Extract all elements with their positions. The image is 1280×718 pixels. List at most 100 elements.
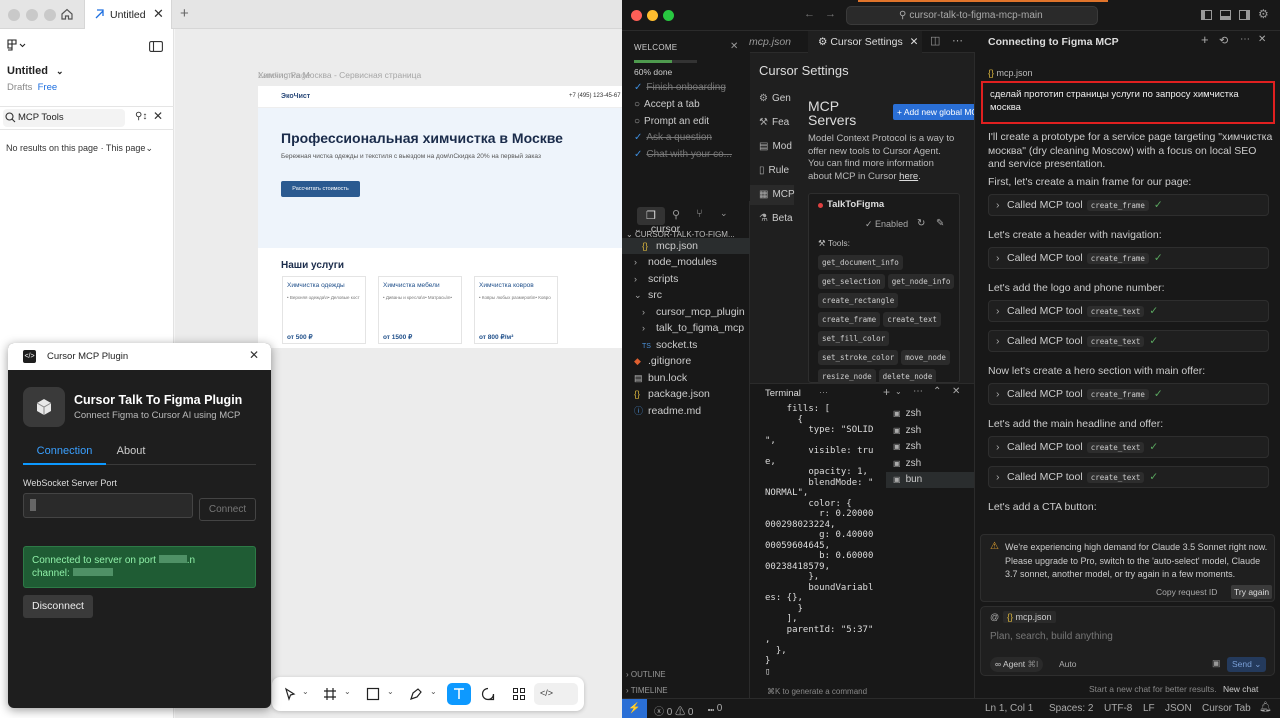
landing-page-frame[interactable]: ЭкоЧист +7 (495) 123-45-67 Профессиональ… bbox=[258, 86, 622, 348]
close-tab-icon[interactable]: ✕ bbox=[910, 36, 919, 48]
terminal-instance[interactable]: ▣ bun bbox=[886, 472, 974, 488]
explorer-item[interactable]: ⓘ readme.md bbox=[622, 403, 750, 420]
filter-icon[interactable]: ⚲↕ bbox=[135, 111, 147, 122]
agent-mode-dropdown[interactable]: ∞ Agent ⌘I bbox=[990, 657, 1044, 672]
close-welcome-icon[interactable]: ✕ bbox=[730, 41, 738, 52]
service-card[interactable]: Химчистка одежды • Верхняя одежда\n• Дело… bbox=[282, 276, 366, 344]
frame-tool-icon[interactable] bbox=[318, 683, 342, 705]
window-zoom-button[interactable] bbox=[44, 9, 56, 21]
toggle-panel-icon[interactable] bbox=[1220, 10, 1231, 20]
scope-dropdown[interactable]: This page bbox=[106, 143, 146, 153]
tab-mcp-json[interactable]: mcp.json bbox=[749, 31, 806, 53]
service-card[interactable]: Химчистка ковров • Ковры любых размеров\n… bbox=[474, 276, 558, 344]
add-mcp-server-button[interactable]: + Add new global MCP bbox=[893, 104, 974, 120]
text-tool-icon[interactable] bbox=[447, 683, 471, 705]
mcp-tool-call[interactable]: › Called MCP tool create_text ✓ bbox=[988, 330, 1269, 352]
cursor-position[interactable]: Ln 1, Col 1 bbox=[985, 703, 1033, 714]
remote-icon[interactable]: ⚡ bbox=[622, 699, 647, 718]
more-views-icon[interactable]: ⌄ bbox=[720, 208, 728, 219]
layer-search-input[interactable]: MCP Tools bbox=[3, 109, 125, 127]
maximize-panel-icon[interactable]: ⌃ bbox=[933, 386, 941, 397]
explorer-item[interactable]: › talk_to_figma_mcp bbox=[622, 320, 750, 337]
close-plugin-icon[interactable]: ✕ bbox=[249, 348, 259, 362]
disconnect-button[interactable]: Disconnect bbox=[23, 595, 93, 618]
forward-arrow-icon[interactable]: → bbox=[825, 8, 836, 20]
panel-toggle-icon[interactable] bbox=[149, 41, 163, 52]
settings-nav-item[interactable]: ⚗ Beta bbox=[750, 209, 794, 229]
cta-button[interactable]: Рассчитать стоимость bbox=[281, 181, 360, 197]
user-message[interactable]: сделай прототип страницы услуги по запро… bbox=[990, 88, 1270, 114]
mcp-tool-call[interactable]: › Called MCP tool create_frame ✓ bbox=[988, 247, 1269, 269]
mcp-tool-call[interactable]: › Called MCP tool create_frame ✓ bbox=[988, 194, 1269, 216]
terminal-instance[interactable]: ▣ zsh bbox=[886, 456, 974, 472]
mcp-tool-call[interactable]: › Called MCP tool create_text ✓ bbox=[988, 466, 1269, 488]
home-icon[interactable] bbox=[60, 7, 74, 21]
window-minimize-button[interactable] bbox=[26, 9, 38, 21]
explorer-item[interactable]: TS socket.ts bbox=[622, 337, 750, 354]
edit-icon[interactable]: ✎ bbox=[936, 218, 944, 229]
toggle-sidebar-icon[interactable] bbox=[1201, 10, 1212, 20]
settings-nav-item[interactable]: ▯ Rule bbox=[750, 161, 794, 181]
source-control-icon[interactable]: ⑂ bbox=[696, 208, 703, 220]
clear-search-icon[interactable]: ✕ bbox=[153, 109, 163, 123]
tab-connection[interactable]: Connection bbox=[23, 445, 106, 465]
settings-nav-item[interactable]: ⚙ Gen bbox=[750, 89, 794, 109]
cursor-close-button[interactable] bbox=[631, 10, 642, 21]
connect-button[interactable]: Connect bbox=[199, 498, 256, 521]
tab-cursor-settings[interactable]: ⚙ Cursor Settings ✕ bbox=[808, 31, 922, 53]
language-mode[interactable]: JSON bbox=[1165, 703, 1192, 714]
terminal-instance[interactable]: ▣ zsh bbox=[886, 423, 974, 439]
terminal-instance[interactable]: ▣ zsh bbox=[886, 406, 974, 422]
mcp-tool-call[interactable]: › Called MCP tool create_frame ✓ bbox=[988, 383, 1269, 405]
refresh-icon[interactable]: ↻ bbox=[917, 218, 925, 229]
onboarding-item[interactable]: ✓ Chat with your co... bbox=[634, 149, 732, 160]
figma-file-tab[interactable]: Untitled ✕ bbox=[84, 0, 172, 29]
toggle-aux-bar-icon[interactable] bbox=[1239, 10, 1250, 20]
explorer-item[interactable]: ◆ .gitignore bbox=[622, 353, 750, 370]
send-button[interactable]: Send ⌄ bbox=[1227, 657, 1267, 672]
onboarding-item[interactable]: ○ Prompt an edit bbox=[634, 116, 709, 127]
image-icon[interactable]: ▣ bbox=[1212, 658, 1221, 669]
more-actions-icon[interactable]: ⋯ bbox=[952, 34, 963, 47]
chat-more-icon[interactable]: ⋯ bbox=[1240, 34, 1250, 45]
close-panel-icon[interactable]: ✕ bbox=[952, 386, 960, 397]
explorer-item[interactable]: ⌄ .cursor bbox=[622, 221, 750, 238]
cursor-minimize-button[interactable] bbox=[647, 10, 658, 21]
window-close-button[interactable] bbox=[8, 9, 20, 21]
ports-indicator[interactable]: ⑉ 0 bbox=[708, 703, 722, 714]
try-again-button[interactable]: Try again bbox=[1231, 585, 1273, 599]
terminal-more-icon[interactable]: ⋯ bbox=[819, 387, 828, 398]
file-name[interactable]: Untitled ⌄ bbox=[7, 65, 64, 77]
figma-menu-icon[interactable] bbox=[7, 39, 27, 51]
terminal-actions-icon[interactable]: ⋯ bbox=[913, 386, 923, 397]
back-arrow-icon[interactable]: ← bbox=[804, 8, 815, 20]
command-search-bar[interactable]: ⚲ cursor-talk-to-figma-mcp-main bbox=[846, 6, 1098, 25]
history-icon[interactable]: ⟲ bbox=[1219, 34, 1228, 47]
onboarding-item[interactable]: ○ Accept a tab bbox=[634, 99, 700, 110]
problems-indicator[interactable]: ⓧ 0 ⚠ 0 bbox=[654, 703, 693, 718]
mcp-tool-call[interactable]: › Called MCP tool create_text ✓ bbox=[988, 300, 1269, 322]
onboarding-item[interactable]: ✓ Finish onboarding bbox=[634, 82, 726, 93]
explorer-item[interactable]: › cursor_mcp_plugin bbox=[622, 304, 750, 321]
composer-file-chip[interactable]: {} mcp.json bbox=[1003, 611, 1056, 623]
indentation[interactable]: Spaces: 2 bbox=[1049, 703, 1093, 714]
service-card[interactable]: Химчистка мебели • Диваны и кресла\n• Мат… bbox=[378, 276, 462, 344]
explorer-item[interactable]: {} package.json bbox=[622, 386, 750, 403]
terminal-dropdown-icon[interactable]: ⌄ bbox=[895, 387, 902, 396]
new-chat-link[interactable]: New chat bbox=[1223, 684, 1258, 694]
pen-tool-icon[interactable] bbox=[404, 683, 428, 705]
settings-gear-icon[interactable]: ⚙ bbox=[1258, 7, 1269, 21]
cursor-zoom-button[interactable] bbox=[663, 10, 674, 21]
rectangle-tool-icon[interactable] bbox=[361, 683, 385, 705]
port-input[interactable] bbox=[23, 493, 193, 518]
settings-nav-item[interactable]: ▤ Mod bbox=[750, 137, 794, 157]
explorer-item[interactable]: › scripts bbox=[622, 271, 750, 288]
chat-input[interactable]: Plan, search, build anything bbox=[990, 631, 1265, 647]
settings-nav-item[interactable]: ⚒ Fea bbox=[750, 113, 794, 133]
new-terminal-icon[interactable]: + bbox=[883, 385, 890, 399]
explorer-item[interactable]: › node_modules bbox=[622, 254, 750, 271]
explorer-item[interactable]: {} mcp.json bbox=[622, 237, 750, 254]
explorer-item[interactable]: ▤ bun.lock bbox=[622, 370, 750, 387]
outline-section[interactable]: › OUTLINE bbox=[626, 670, 666, 679]
move-tool-icon[interactable] bbox=[278, 683, 302, 705]
